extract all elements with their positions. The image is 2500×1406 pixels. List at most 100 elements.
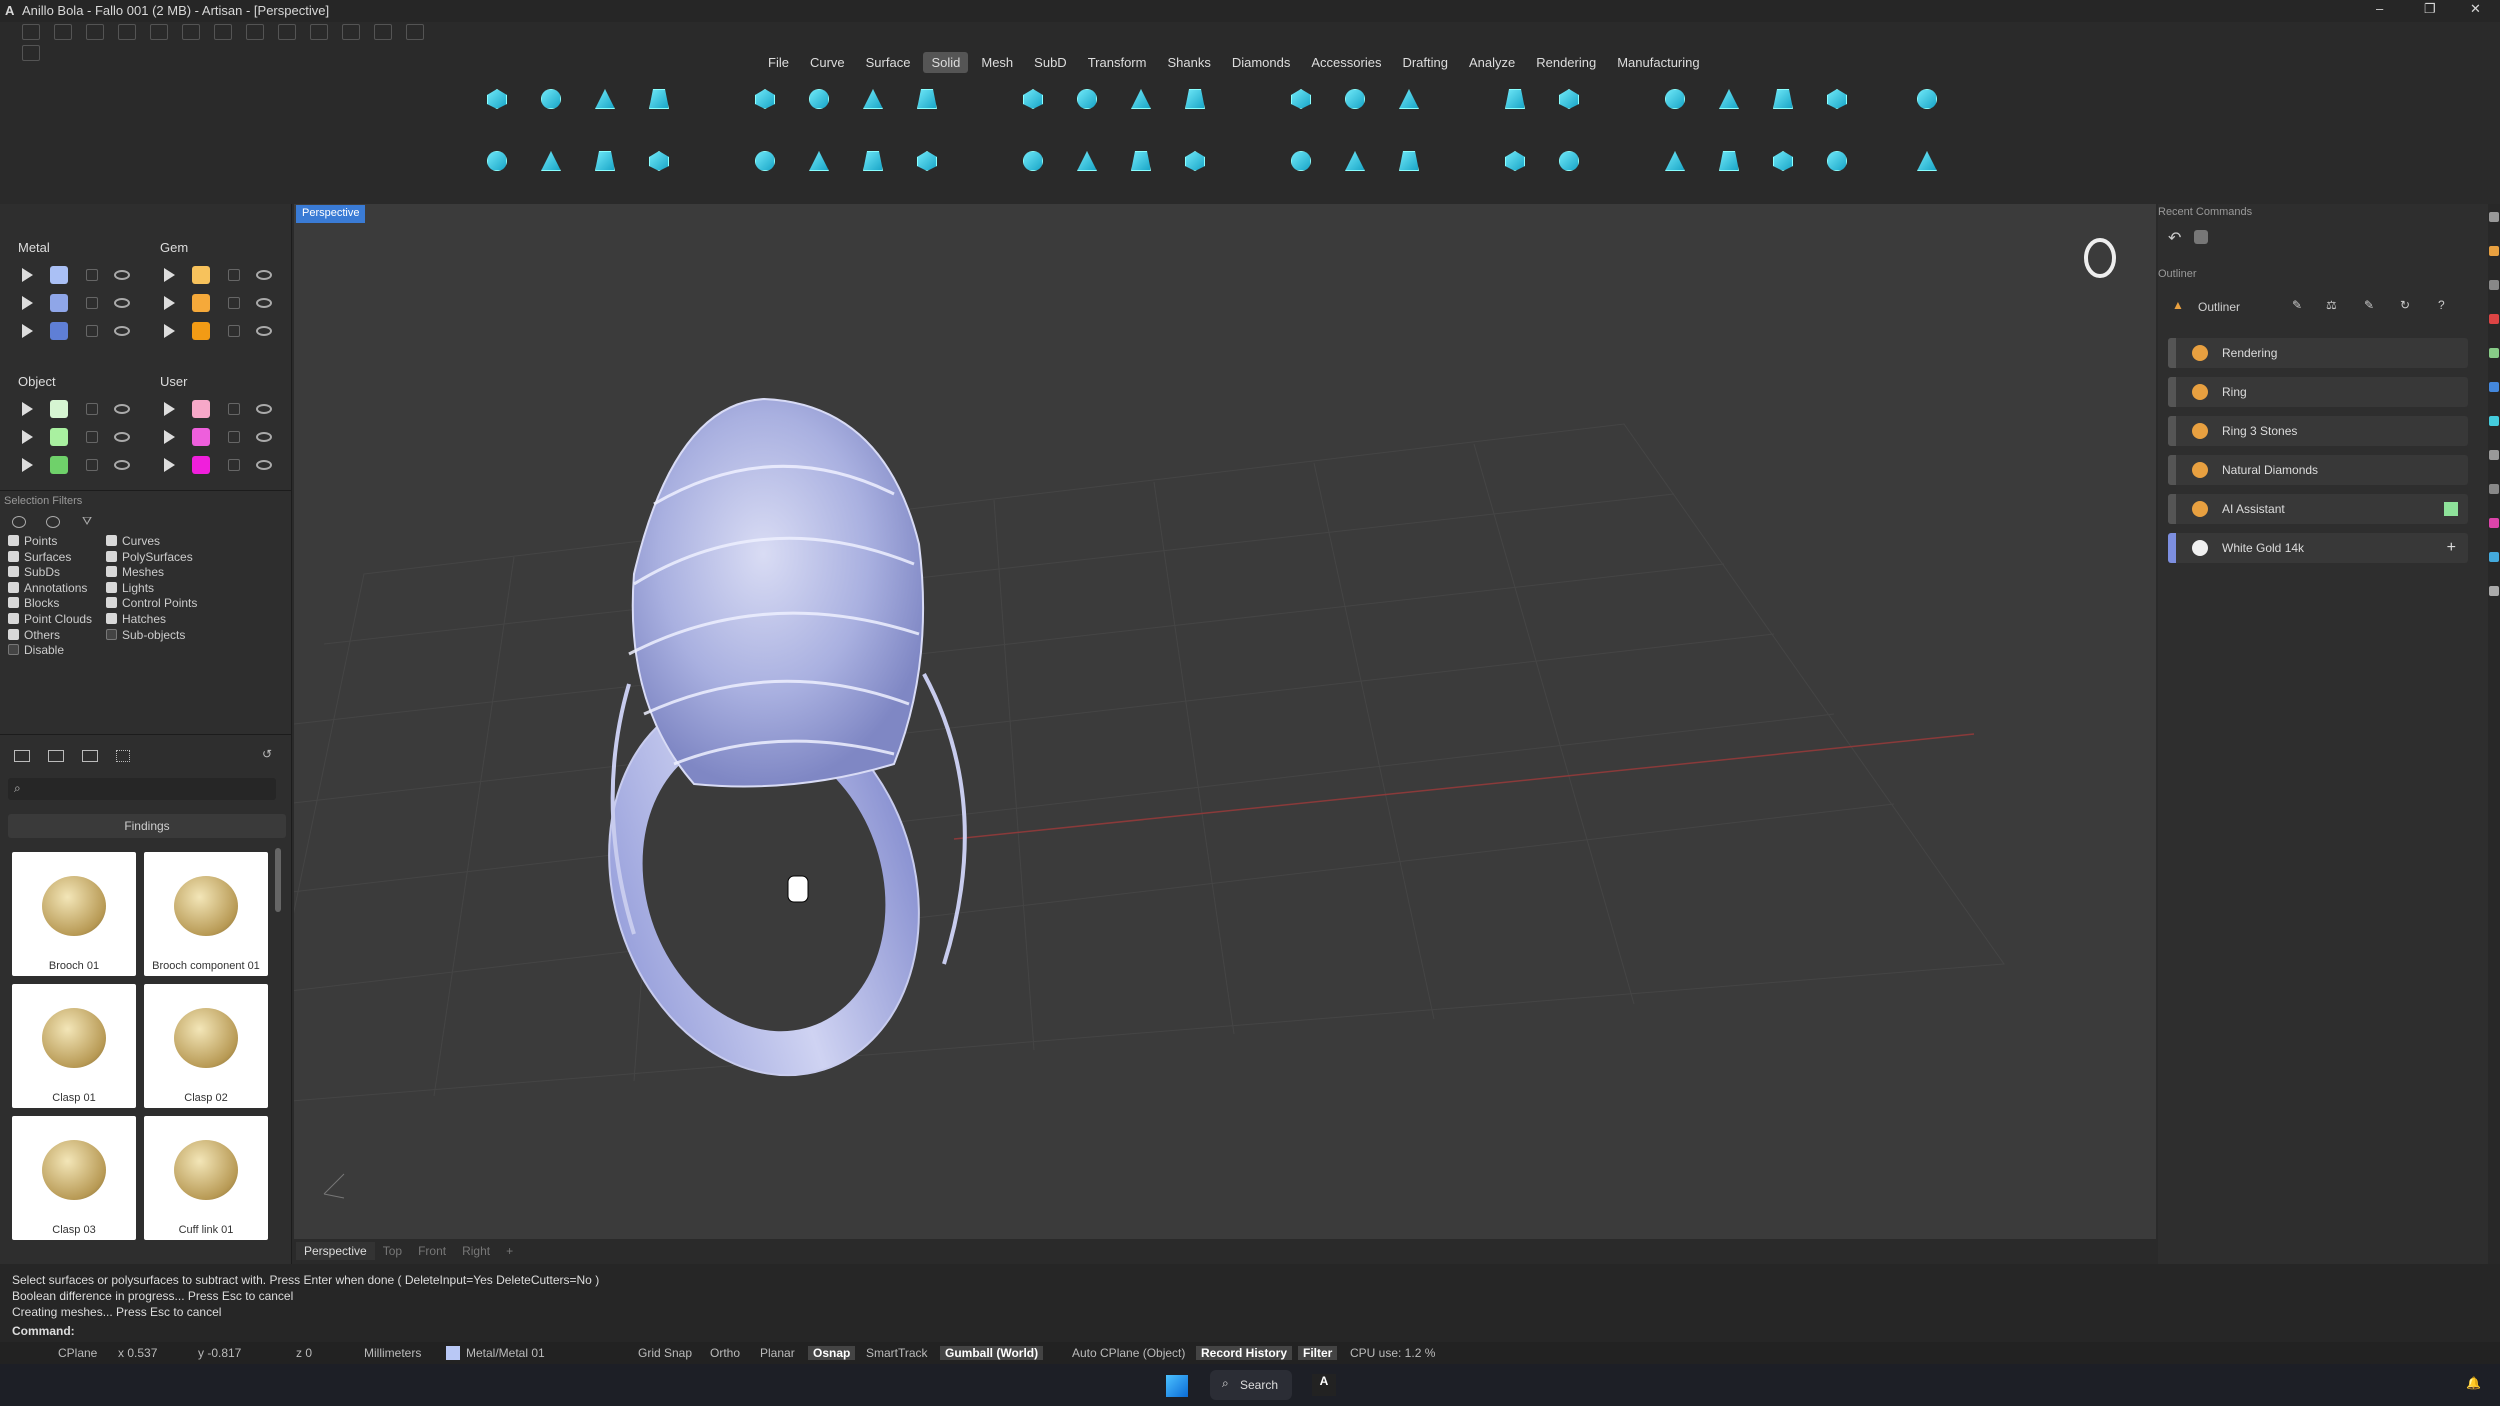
status-grid-snap[interactable]: Grid Snap: [638, 1346, 692, 1360]
menu-shanks[interactable]: Shanks: [1159, 52, 1218, 73]
layer-expand-icon[interactable]: [22, 458, 33, 472]
status-planar[interactable]: Planar: [760, 1346, 795, 1360]
tool-button-2[interactable]: [480, 144, 514, 178]
layer-expand-icon[interactable]: [164, 296, 175, 310]
status-osnap[interactable]: Osnap: [808, 1346, 856, 1360]
side-tool-icon[interactable]: [2489, 280, 2499, 290]
checkbox[interactable]: [8, 535, 19, 546]
add-material-icon[interactable]: +: [2447, 539, 2456, 557]
save-icon[interactable]: [214, 24, 232, 40]
tool-button-21[interactable]: [1124, 82, 1158, 116]
tool-button-38[interactable]: [1712, 144, 1746, 178]
close-icon[interactable]: ✕: [2470, 1, 2481, 17]
tool-button-27[interactable]: [1338, 82, 1372, 116]
checkbox[interactable]: [8, 581, 19, 593]
status-cplane[interactable]: CPlane: [58, 1346, 97, 1360]
checkbox[interactable]: [8, 644, 19, 656]
menu-file[interactable]: File: [760, 52, 797, 73]
library-card[interactable]: Clasp 02: [144, 984, 268, 1108]
taskbar-search[interactable]: ⌕ Search: [1210, 1370, 1292, 1400]
eye-icon[interactable]: [256, 460, 272, 470]
library-card[interactable]: Brooch 01: [12, 852, 136, 976]
library-search-input[interactable]: ⌕: [8, 778, 276, 800]
menu-rendering[interactable]: Rendering: [1528, 52, 1604, 73]
tool-button-7[interactable]: [642, 82, 676, 116]
tool-button-1[interactable]: [480, 82, 514, 116]
side-tool-icon[interactable]: [2489, 212, 2499, 222]
layer-color-swatch[interactable]: [50, 400, 68, 418]
library-folder-icon[interactable]: [14, 750, 30, 762]
checkbox[interactable]: [106, 550, 117, 562]
checkbox[interactable]: [8, 597, 19, 609]
lock-icon[interactable]: [228, 297, 240, 309]
pin-icon[interactable]: ✎: [2292, 298, 2302, 312]
eye-icon[interactable]: [256, 270, 272, 280]
tool-button-5[interactable]: [588, 82, 622, 116]
side-tool-icon[interactable]: [2489, 552, 2499, 562]
tool-button-44[interactable]: [1910, 144, 1944, 178]
menu-curve[interactable]: Curve: [802, 52, 853, 73]
layer-color-swatch[interactable]: [192, 400, 210, 418]
filter-subds[interactable]: SubDs: [8, 565, 60, 579]
tool-button-29[interactable]: [1392, 82, 1426, 116]
eye-icon[interactable]: [114, 270, 130, 280]
status-record-history[interactable]: Record History: [1196, 1346, 1293, 1360]
tool-button-8[interactable]: [642, 144, 676, 178]
tool-button-9[interactable]: [748, 82, 782, 116]
side-tool-icon[interactable]: [2489, 382, 2499, 392]
lock-icon[interactable]: [86, 403, 98, 415]
library-scrollbar[interactable]: [275, 848, 281, 912]
viewport-tab-top[interactable]: Top: [375, 1242, 410, 1260]
tool-button-35[interactable]: [1658, 82, 1692, 116]
save-as-icon[interactable]: [246, 24, 264, 40]
library-category-dropdown[interactable]: Findings: [8, 814, 286, 838]
viewport-tab-add[interactable]: +: [498, 1242, 521, 1260]
layer-group-user[interactable]: User: [160, 374, 187, 389]
checkbox[interactable]: [106, 581, 117, 593]
filter-meshes[interactable]: Meshes: [106, 565, 164, 579]
layer-expand-icon[interactable]: [164, 458, 175, 472]
layer-group-object[interactable]: Object: [18, 374, 56, 389]
tool-button-30[interactable]: [1392, 144, 1426, 178]
minimize-icon[interactable]: –: [2376, 1, 2383, 16]
lock-icon[interactable]: [228, 403, 240, 415]
checkbox[interactable]: [8, 613, 19, 624]
windows-start-icon[interactable]: [1166, 1375, 1188, 1397]
layer-group-metal[interactable]: Metal: [18, 240, 50, 255]
outliner-item[interactable]: White Gold 14k +: [2168, 533, 2468, 563]
layer-color-swatch[interactable]: [192, 294, 210, 312]
layer-color-swatch[interactable]: [192, 428, 210, 446]
status-gumball[interactable]: Gumball (World): [940, 1346, 1044, 1360]
checkbox[interactable]: [106, 566, 117, 578]
layer-color-swatch[interactable]: [192, 322, 210, 340]
filter-control-points[interactable]: Control Points: [106, 596, 197, 610]
3d-viewport[interactable]: [294, 204, 2156, 1239]
edit-icon[interactable]: ✎: [2364, 298, 2374, 312]
library-card[interactable]: Cuff link 01: [144, 1116, 268, 1240]
tool-button-3[interactable]: [534, 82, 568, 116]
filter-hatches[interactable]: Hatches: [106, 612, 166, 626]
lock-icon[interactable]: [86, 297, 98, 309]
eye-icon[interactable]: [256, 298, 272, 308]
tool-button-31[interactable]: [1498, 82, 1532, 116]
lock-icon[interactable]: [86, 459, 98, 471]
undo-icon[interactable]: [150, 24, 168, 40]
lock-icon[interactable]: [228, 431, 240, 443]
tool-button-14[interactable]: [856, 144, 890, 178]
checkbox[interactable]: [8, 550, 19, 562]
checkbox[interactable]: [8, 628, 19, 640]
side-tool-icon[interactable]: [2489, 450, 2499, 460]
restore-icon[interactable]: ❐: [2424, 1, 2436, 17]
filter-select-icon[interactable]: [12, 516, 26, 528]
layer-color-swatch[interactable]: [50, 266, 68, 284]
tool-button-22[interactable]: [1124, 144, 1158, 178]
filter-surfaces[interactable]: Surfaces: [8, 550, 71, 564]
layer-expand-icon[interactable]: [164, 402, 175, 416]
layer-expand-icon[interactable]: [22, 268, 33, 282]
outliner-item[interactable]: Rendering: [2168, 338, 2468, 368]
tool-button-40[interactable]: [1766, 144, 1800, 178]
render-icon[interactable]: [22, 45, 40, 61]
layer-color-swatch[interactable]: [50, 456, 68, 474]
tool-button-41[interactable]: [1820, 82, 1854, 116]
funnel-icon[interactable]: ⛛: [82, 514, 92, 529]
